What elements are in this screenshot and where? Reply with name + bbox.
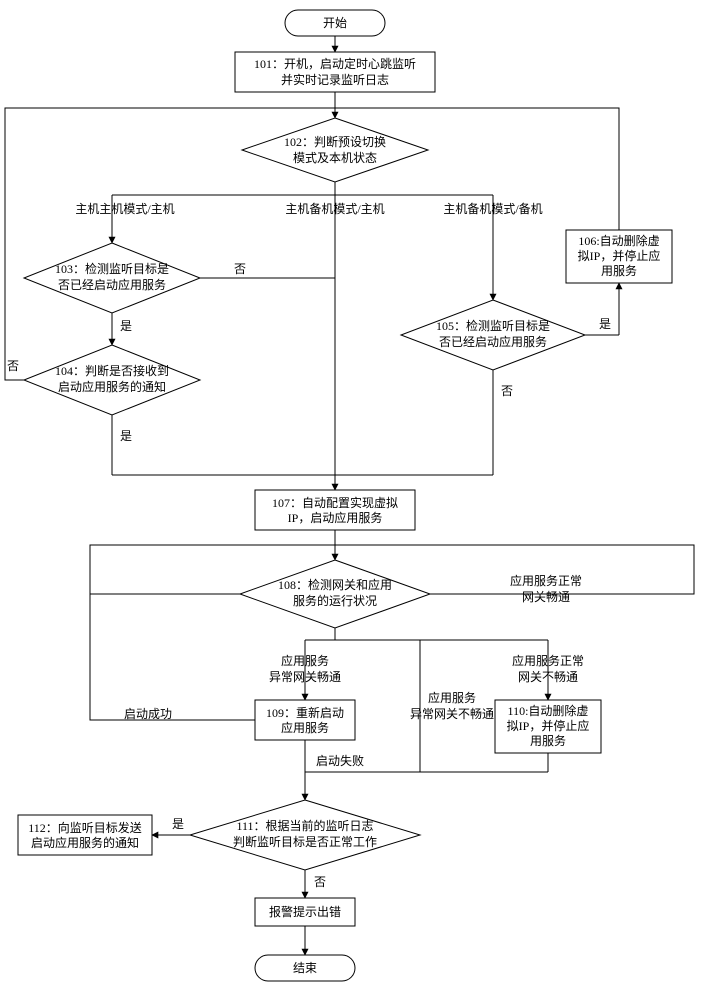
e-badbad-l1: 应用服务 [428, 690, 476, 705]
e-restart-fail: 启动失败 [316, 753, 364, 768]
node-end: 结束 [255, 955, 355, 981]
n105-no: 否 [501, 384, 513, 398]
n103-yes: 是 [120, 319, 132, 333]
n101-l1: 101：开机，启动定时心跳监听 [254, 56, 416, 71]
n104-l2: 启动应用服务的通知 [58, 379, 166, 394]
n107-l1: 107：自动配置实现虚拟 [272, 495, 398, 510]
e-okok-l1: 应用服务正常 [510, 573, 582, 588]
node-alarm: 报警提示出错 [255, 898, 355, 926]
node-start: 开始 [285, 10, 385, 36]
e-okbad-l1: 应用服务正常 [512, 653, 584, 668]
n104-l1: 104：判断是否接收到 [55, 363, 169, 378]
n108-l2: 服务的运行状况 [293, 593, 377, 608]
node-112: 112：向监听目标发送 启动应用服务的通知 [18, 815, 152, 855]
n105-l1: 105：检测监听目标是 [436, 318, 550, 333]
n109-l2: 应用服务 [281, 720, 329, 735]
node-102: 102：判断预设切换 模式及本机状态 [242, 118, 428, 182]
node-107: 107：自动配置实现虚拟 IP，启动应用服务 [255, 490, 415, 530]
n103-no: 否 [234, 262, 246, 276]
n106-l3: 用服务 [601, 263, 637, 278]
n108-l1: 108：检测网关和应用 [278, 577, 392, 592]
flowchart: 开始 101：开机，启动定时心跳监听 并实时记录监听日志 102：判断预设切换 … [0, 0, 705, 1000]
n109-l1: 109：重新启动 [266, 705, 344, 720]
n112-l2: 启动应用服务的通知 [31, 835, 139, 850]
n101-l2: 并实时记录监听日志 [281, 72, 389, 87]
n111-no: 否 [314, 875, 326, 889]
node-109: 109：重新启动 应用服务 [255, 700, 355, 740]
node-108: 108：检测网关和应用 服务的运行状况 [240, 560, 430, 628]
node-105: 105：检测监听目标是 否已经启动应用服务 [401, 300, 585, 370]
n102-l2: 模式及本机状态 [293, 151, 377, 165]
n110-l2: 拟IP，并停止应 [507, 718, 590, 733]
n104-no: 否 [7, 359, 19, 373]
n111-l2: 判断监听目标是否正常工作 [233, 834, 377, 849]
n111-l1: 111：根据当前的监听日志 [236, 818, 373, 833]
e-okbad-l2: 网关不畅通 [518, 670, 578, 684]
n105-yes: 是 [599, 317, 611, 331]
e-badok-l2: 异常网关畅通 [269, 670, 341, 684]
node-110: 110:自动删除虚 拟IP，并停止应 用服务 [495, 700, 601, 753]
node-101: 101：开机，启动定时心跳监听 并实时记录监听日志 [235, 52, 435, 92]
e-okok-l2: 网关畅通 [522, 590, 570, 604]
n106-l1: 106:自动删除虚 [578, 233, 659, 248]
n107-l2: IP，启动应用服务 [288, 510, 383, 525]
n110-l1: 110:自动删除虚 [508, 703, 589, 718]
n103-l2: 否已经启动应用服务 [58, 277, 166, 292]
end-label: 结束 [293, 961, 317, 975]
node-103: 103：检测监听目标是 否已经启动应用服务 [24, 243, 200, 313]
n106-l2: 拟IP，并停止应 [578, 248, 661, 263]
n112-l1: 112：向监听目标发送 [28, 820, 142, 835]
n105-l2: 否已经启动应用服务 [439, 334, 547, 349]
e-badok-l1: 应用服务 [281, 653, 329, 668]
n103-l1: 103：检测监听目标是 [55, 261, 169, 276]
edge-branch1: 主机主机模式/主机 [75, 202, 174, 216]
n104-yes: 是 [120, 429, 132, 443]
alarm-label: 报警提示出错 [269, 904, 341, 919]
n102-l1: 102：判断预设切换 [284, 134, 386, 149]
node-104: 104：判断是否接收到 启动应用服务的通知 [24, 345, 200, 415]
start-label: 开始 [323, 16, 347, 30]
n111-yes: 是 [172, 817, 184, 831]
node-111: 111：根据当前的监听日志 判断监听目标是否正常工作 [190, 800, 420, 870]
node-106: 106:自动删除虚 拟IP，并停止应 用服务 [566, 230, 672, 283]
e-badbad-l2: 异常网关不畅通 [410, 707, 494, 721]
e-restart-ok: 启动成功 [124, 707, 172, 721]
n110-l3: 用服务 [530, 733, 566, 748]
